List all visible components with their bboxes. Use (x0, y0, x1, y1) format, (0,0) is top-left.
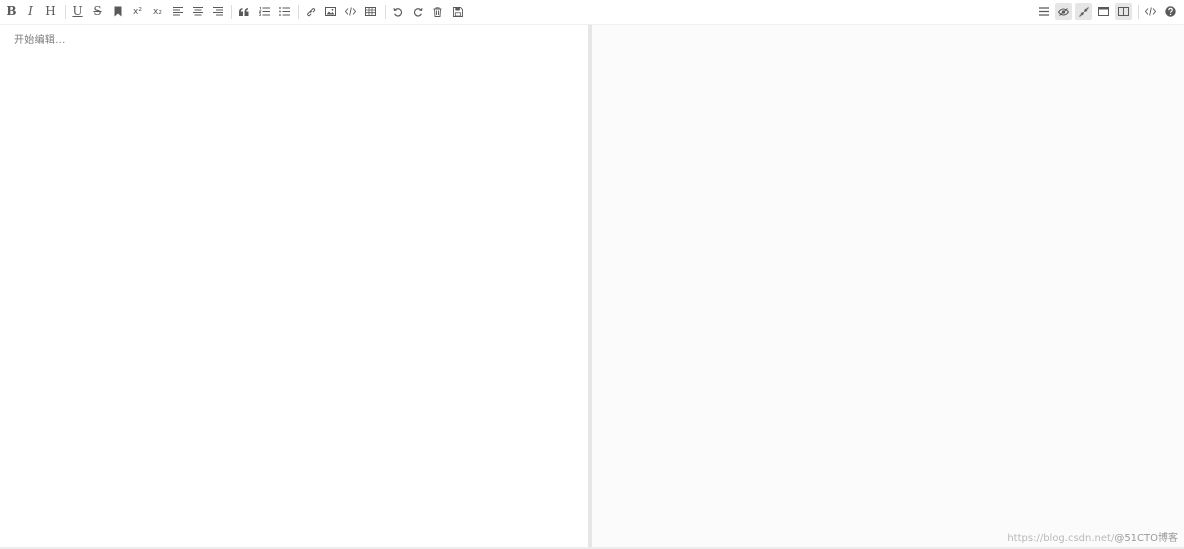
unordered-list-button[interactable] (276, 3, 293, 20)
navigation-icon (1038, 7, 1049, 16)
html-code-button[interactable] (1142, 3, 1159, 20)
align-left-icon (172, 7, 183, 16)
align-right-button[interactable] (209, 3, 226, 20)
preview-pane (592, 25, 1184, 547)
align-center-icon (192, 7, 203, 16)
bold-button[interactable]: B (3, 3, 20, 20)
toolbar-left: B I H U S x² x₂ (0, 0, 470, 25)
image-button[interactable] (322, 3, 339, 20)
align-left-button[interactable] (169, 3, 186, 20)
trash-icon (433, 6, 442, 17)
trash-button[interactable] (429, 3, 446, 20)
table-icon (365, 7, 376, 16)
toolbar-separator (385, 5, 386, 19)
toolbar-separator (231, 5, 232, 19)
editor-placeholder: 开始编辑... (14, 35, 66, 46)
image-icon (325, 7, 336, 16)
undo-icon (393, 7, 402, 17)
subfield-icon (1118, 7, 1129, 16)
preview-icon (1058, 7, 1069, 16)
align-center-button[interactable] (189, 3, 206, 20)
toolbar-separator (298, 5, 299, 19)
sync-scroll-button[interactable] (1075, 3, 1092, 20)
quote-button[interactable] (235, 3, 252, 20)
fullscreen-button[interactable] (1095, 3, 1112, 20)
underline-button[interactable]: U (69, 3, 86, 20)
fullscreen-icon (1098, 7, 1109, 16)
mark-icon (114, 6, 121, 17)
markdown-editor-pane[interactable]: 开始编辑... (0, 25, 588, 547)
strikethrough-button[interactable]: S (89, 3, 106, 20)
ordered-list-button[interactable] (256, 3, 273, 20)
heading-icon: H (45, 4, 56, 18)
link-icon (306, 7, 315, 16)
toolbar-separator (65, 5, 66, 19)
undo-button[interactable] (389, 3, 406, 20)
sync-scroll-icon (1078, 6, 1089, 17)
watermark: https://blog.csdn.net/@51CTO博客 (1007, 529, 1178, 544)
table-button[interactable] (362, 3, 379, 20)
redo-icon (413, 7, 422, 17)
toolbar-separator (1138, 5, 1139, 19)
toolbar-right (1030, 0, 1184, 25)
unordered-list-icon (279, 7, 290, 16)
bold-icon: B (6, 4, 17, 18)
code-button[interactable] (342, 3, 359, 20)
link-button[interactable] (302, 3, 319, 20)
underline-icon: U (72, 4, 83, 18)
subfield-button[interactable] (1115, 3, 1132, 20)
quote-icon (238, 7, 248, 16)
preview-toggle-button[interactable] (1055, 3, 1072, 20)
strikethrough-icon: S (93, 4, 102, 18)
watermark-url: https://blog.csdn.net/ (1007, 533, 1115, 544)
html-code-icon (1145, 7, 1156, 16)
save-button[interactable] (449, 3, 466, 20)
italic-button[interactable]: I (22, 3, 39, 20)
mark-button[interactable] (109, 3, 126, 20)
superscript-button[interactable]: x² (129, 3, 146, 20)
watermark-brand: @51CTO博客 (1114, 533, 1178, 544)
navigation-button[interactable] (1035, 3, 1052, 20)
editor-toolbar: B I H U S x² x₂ (0, 0, 1184, 25)
heading-button[interactable]: H (42, 3, 59, 20)
ordered-list-icon (259, 7, 270, 16)
code-icon (345, 7, 356, 16)
italic-icon: I (28, 4, 33, 18)
save-icon (452, 6, 463, 17)
align-right-icon (212, 7, 223, 16)
superscript-icon: x² (133, 6, 142, 17)
subscript-icon: x₂ (153, 6, 162, 17)
help-icon (1165, 6, 1176, 17)
redo-button[interactable] (409, 3, 426, 20)
subscript-button[interactable]: x₂ (149, 3, 166, 20)
help-button[interactable] (1162, 3, 1179, 20)
